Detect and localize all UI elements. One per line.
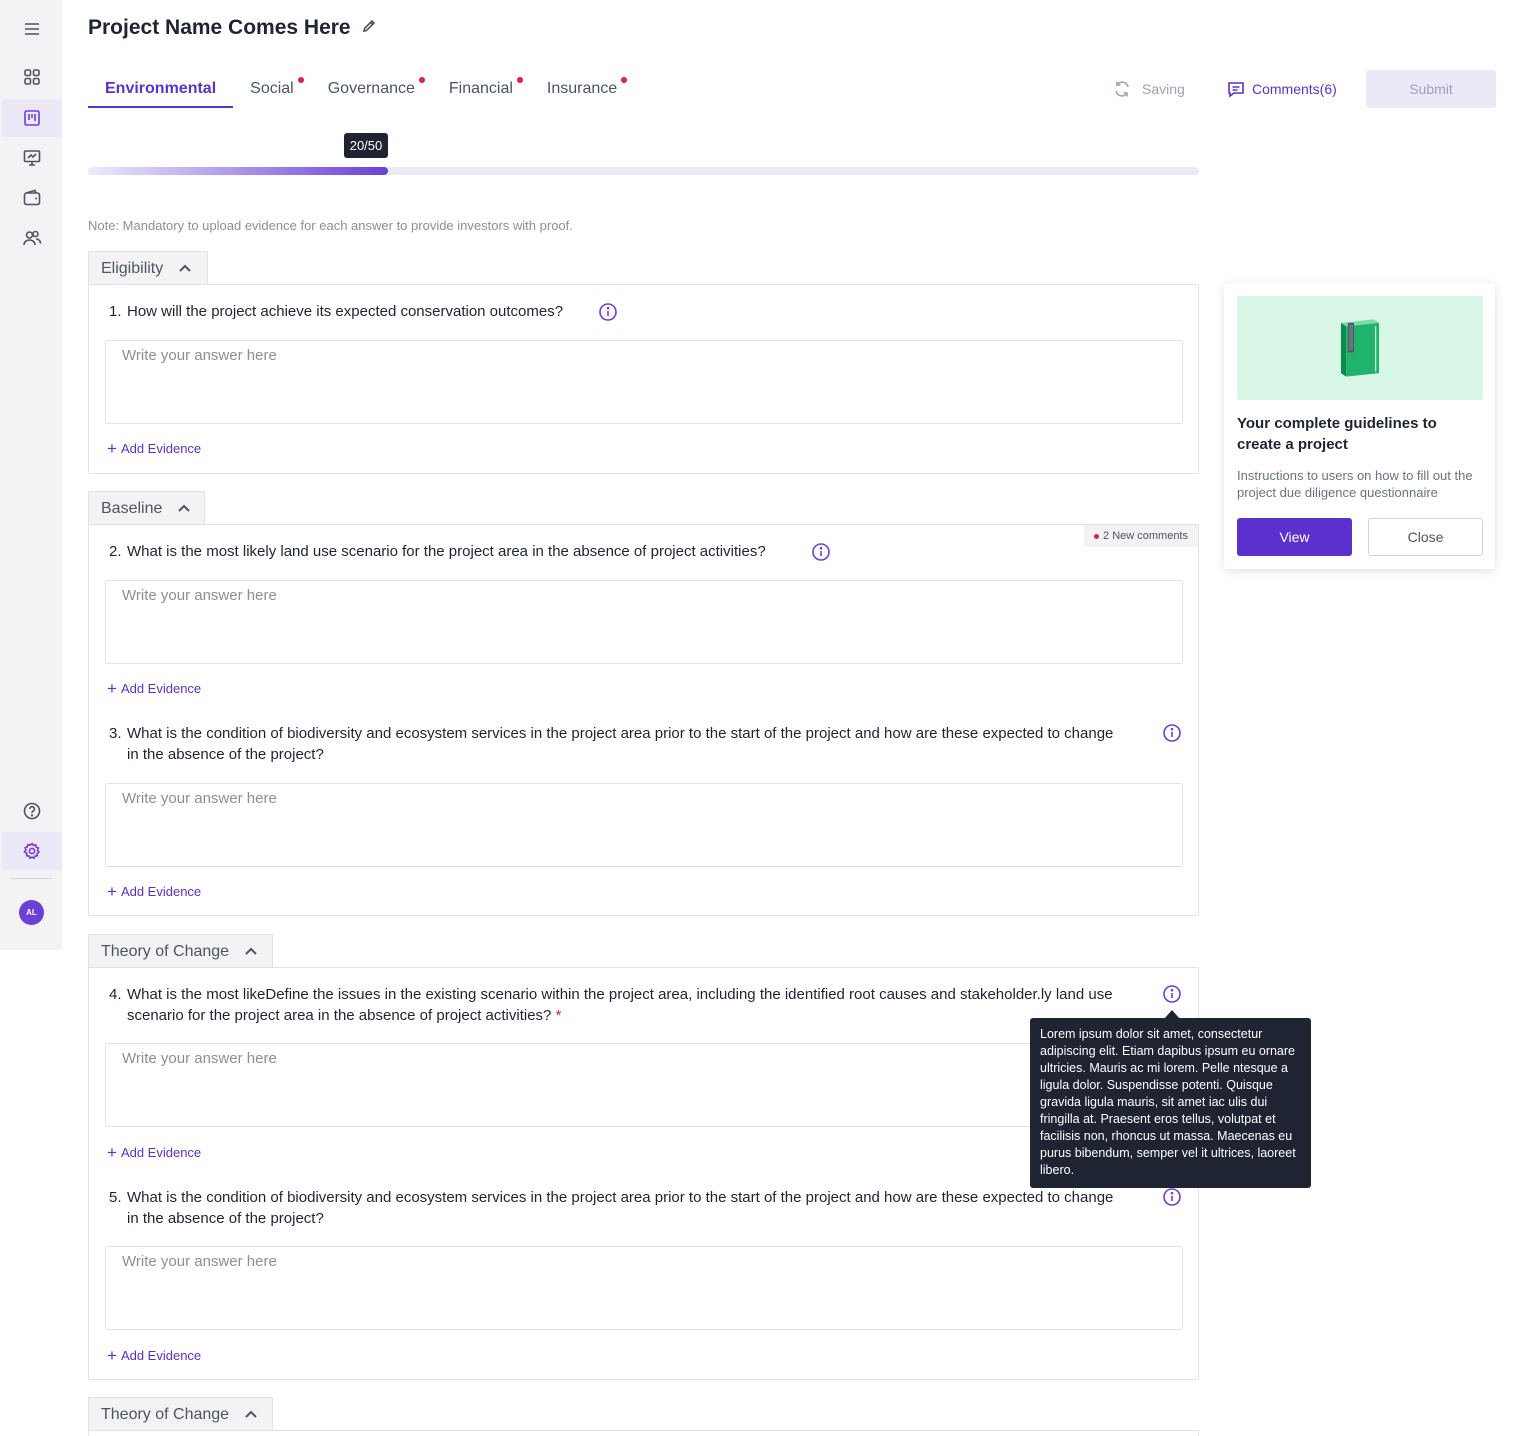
answer-input-5[interactable] <box>105 1246 1183 1330</box>
presentation-chart-icon[interactable] <box>2 139 62 177</box>
plus-icon: + <box>107 882 117 901</box>
section-title: Baseline <box>101 499 163 517</box>
info-icon[interactable] <box>1162 984 1182 1004</box>
guidelines-title: Your complete guidelines to create a pro… <box>1237 415 1437 453</box>
dashboard-grid-icon[interactable] <box>2 58 62 96</box>
add-evidence-button[interactable]: + Add Evidence <box>107 1346 201 1365</box>
notification-dot <box>418 77 425 83</box>
view-button[interactable]: View <box>1237 518 1352 556</box>
comments-link[interactable]: Comments(6) <box>1226 79 1337 99</box>
gear-icon[interactable] <box>2 832 62 870</box>
chevron-up-icon <box>178 504 191 512</box>
answer-input-2[interactable] <box>105 580 1183 664</box>
progress-badge: 20/50 <box>344 133 388 158</box>
notification-dot <box>297 77 304 83</box>
info-icon[interactable] <box>1162 1187 1182 1207</box>
section-tab-eligibility[interactable]: Eligibility <box>88 251 208 285</box>
sidebar: AL <box>0 0 62 950</box>
section-theory-of-change-2 <box>88 1430 1199 1436</box>
section-tab-theory-of-change[interactable]: Theory of Change <box>88 934 273 968</box>
info-icon[interactable] <box>811 542 831 562</box>
question-2: 2. What is the most likely land use scen… <box>109 543 766 560</box>
answer-input-1[interactable] <box>105 340 1183 424</box>
tab-governance[interactable]: Governance <box>311 70 432 108</box>
green-binder-icon <box>1340 319 1380 377</box>
projects-board-icon[interactable] <box>2 99 62 137</box>
sidebar-divider <box>10 878 52 879</box>
info-icon[interactable] <box>1162 723 1182 743</box>
question-3: 3. What is the condition of biodiversity… <box>109 725 1114 763</box>
avatar[interactable]: AL <box>19 900 44 925</box>
section-title: Theory of Change <box>101 942 230 960</box>
section-baseline: 2 New comments 2. What is the most likel… <box>88 524 1199 916</box>
notification-dot <box>621 77 628 83</box>
add-evidence-button[interactable]: + Add Evidence <box>107 882 201 901</box>
info-tooltip: Lorem ipsum dolor sit amet, consectetur … <box>1030 1018 1311 1188</box>
page-title: Project Name Comes Here <box>88 16 351 39</box>
comments-label: Comments(6) <box>1252 81 1337 97</box>
tab-insurance[interactable]: Insurance <box>530 70 634 108</box>
section-tab-theory-of-change-2[interactable]: Theory of Change <box>88 1397 273 1431</box>
chevron-up-icon <box>179 264 191 272</box>
chevron-up-icon <box>245 1410 257 1418</box>
guidelines-description: Instructions to users on how to fill out… <box>1237 468 1473 500</box>
answer-input-4[interactable] <box>105 1043 1183 1127</box>
guidelines-card: Your complete guidelines to create a pro… <box>1224 283 1495 569</box>
question-1: 1. How will the project achieve its expe… <box>109 303 564 320</box>
add-evidence-button[interactable]: + Add Evidence <box>107 1143 201 1162</box>
progress-fill <box>88 167 388 175</box>
tab-financial[interactable]: Financial <box>432 70 530 108</box>
plus-icon: + <box>107 1143 117 1162</box>
new-comments-badge[interactable]: 2 New comments <box>1084 525 1198 547</box>
users-icon[interactable] <box>2 219 62 257</box>
saving-label: Saving <box>1142 81 1185 97</box>
comment-icon <box>1228 82 1244 98</box>
close-button[interactable]: Close <box>1368 518 1483 556</box>
notification-dot <box>1094 533 1100 539</box>
section-tab-baseline[interactable]: Baseline <box>88 491 205 525</box>
guidelines-image <box>1237 296 1483 400</box>
submit-button[interactable]: Submit <box>1366 70 1496 108</box>
hamburger-menu-icon[interactable] <box>2 10 62 48</box>
notification-dot <box>516 77 523 83</box>
tab-social[interactable]: Social <box>233 70 311 108</box>
plus-icon: + <box>107 1346 117 1365</box>
category-tabs: Environmental Social Governance Financia… <box>88 70 634 108</box>
chevron-up-icon <box>245 947 257 955</box>
pencil-edit-icon[interactable] <box>361 18 377 39</box>
progress-bar <box>88 167 1199 175</box>
tab-environmental[interactable]: Environmental <box>88 70 234 108</box>
section-eligibility: 1. How will the project achieve its expe… <box>88 284 1199 474</box>
title-row: Project Name Comes Here <box>88 16 377 40</box>
mandatory-note: Note: Mandatory to upload evidence for e… <box>88 218 573 233</box>
section-title: Theory of Change <box>101 1405 230 1423</box>
saving-status: Saving <box>1112 79 1185 99</box>
add-evidence-button[interactable]: + Add Evidence <box>107 679 201 698</box>
section-title: Eligibility <box>101 259 164 277</box>
plus-icon: + <box>107 439 117 458</box>
plus-icon: + <box>107 679 117 698</box>
add-evidence-button[interactable]: + Add Evidence <box>107 439 201 458</box>
sync-icon <box>1115 81 1129 97</box>
wallet-icon[interactable] <box>2 179 62 217</box>
question-4: 4. What is the most likeDefine the issue… <box>109 986 1113 1024</box>
help-circle-icon[interactable] <box>2 792 62 830</box>
question-5: 5. What is the condition of biodiversity… <box>109 1189 1114 1227</box>
answer-input-3[interactable] <box>105 783 1183 867</box>
info-icon[interactable] <box>598 302 618 322</box>
